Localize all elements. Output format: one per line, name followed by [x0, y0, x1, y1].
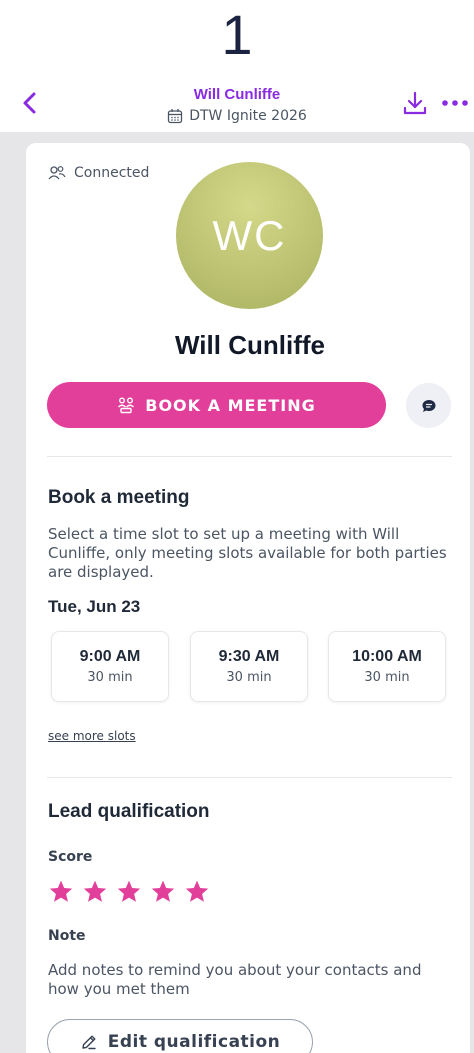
time-slot[interactable]: 9:00 AM 30 min [51, 631, 169, 702]
download-icon[interactable] [402, 90, 428, 116]
more-options-icon[interactable] [440, 90, 470, 116]
meeting-icon [118, 397, 135, 414]
book-meeting-button[interactable]: BOOK A MEETING [47, 382, 386, 428]
score-stars[interactable] [48, 879, 210, 905]
time-slot[interactable]: 10:00 AM 30 min [328, 631, 446, 702]
calendar-icon [168, 109, 183, 124]
see-more-slots-link[interactable]: see more slots [48, 729, 136, 743]
star-icon[interactable] [150, 879, 176, 905]
star-icon[interactable] [184, 879, 210, 905]
slot-duration: 30 min [87, 670, 133, 685]
avatar-initials: WC [212, 211, 287, 259]
slot-time: 9:30 AM [218, 648, 280, 665]
chat-button[interactable] [406, 383, 451, 428]
score-label: Score [48, 849, 93, 865]
event-name: DTW Ignite 2026 [189, 108, 307, 124]
pencil-icon [82, 1035, 96, 1050]
top-nav: Will Cunliffe DTW Ignite 2026 [0, 82, 474, 132]
avatar: WC [176, 162, 323, 309]
book-meeting-heading: Book a meeting [48, 487, 190, 508]
time-slot[interactable]: 9:30 AM 30 min [190, 631, 308, 702]
slot-duration: 30 min [364, 670, 410, 685]
lead-qualification-heading: Lead qualification [48, 801, 210, 822]
connection-status: Connected [48, 165, 149, 181]
edit-qualification-label: Edit qualification [107, 1032, 281, 1052]
connection-status-label: Connected [74, 165, 150, 181]
divider [47, 456, 452, 457]
divider [47, 777, 452, 778]
star-icon[interactable] [48, 879, 74, 905]
slot-date: Tue, Jun 23 [48, 597, 141, 616]
slot-duration: 30 min [226, 670, 272, 685]
step-number: 1 [221, 3, 253, 66]
book-meeting-label: BOOK A MEETING [145, 395, 316, 415]
note-text: Add notes to remind you about your conta… [48, 961, 422, 998]
star-icon[interactable] [82, 879, 108, 905]
chat-bubble-icon [422, 399, 435, 412]
contact-name: Will Cunliffe [175, 330, 325, 360]
edit-qualification-button[interactable]: Edit qualification [47, 1019, 313, 1053]
slot-time: 9:00 AM [79, 648, 141, 665]
book-meeting-description: Select a time slot to set up a meeting w… [48, 525, 447, 581]
people-icon [48, 166, 66, 180]
slot-time: 10:00 AM [352, 648, 422, 665]
note-label: Note [48, 928, 86, 944]
star-icon[interactable] [116, 879, 142, 905]
